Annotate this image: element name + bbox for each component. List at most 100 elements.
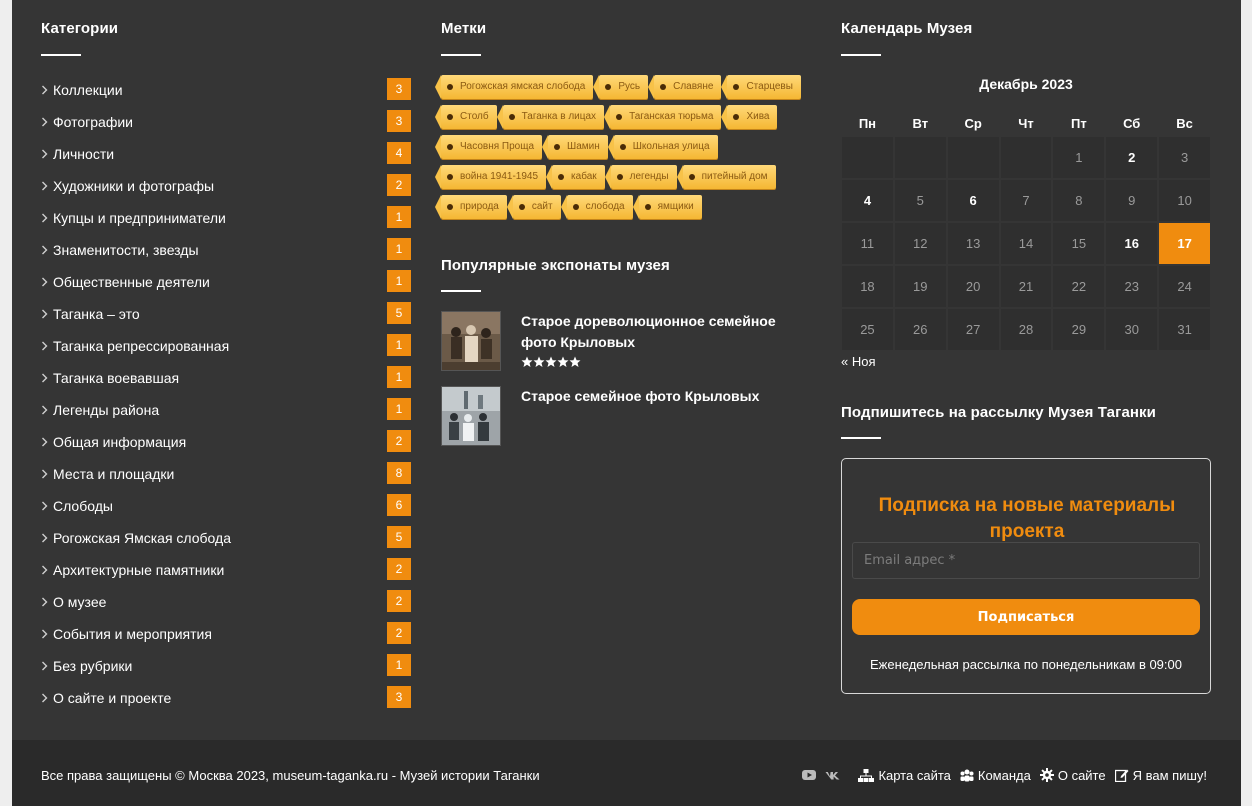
category-label[interactable]: Знаменитости, звезды xyxy=(53,238,199,262)
category-label[interactable]: Художники и фотографы xyxy=(53,174,214,198)
popular-item-title[interactable]: Старое дореволюционное семейное фото Кры… xyxy=(521,311,811,353)
tag-link[interactable]: Таганка в лицах xyxy=(496,105,605,129)
category-item[interactable]: Слободы 6 xyxy=(41,490,411,522)
category-item[interactable]: Фотографии 3 xyxy=(41,106,411,138)
tag-link[interactable]: слобода xyxy=(560,195,633,219)
write-link[interactable]: Я вам пишу! xyxy=(1114,768,1207,783)
tag-link[interactable]: Шамин xyxy=(542,135,608,159)
about-link[interactable]: О сайте xyxy=(1039,767,1106,783)
tag-link[interactable]: Школьная улица xyxy=(607,135,718,159)
family-photo-thumbnail[interactable] xyxy=(441,311,501,371)
tag-label: слобода xyxy=(585,201,625,212)
calendar-day[interactable]: 2 xyxy=(1105,136,1159,179)
tag-cloud: Рогожская ямская слобода Русь Славяне Старц… xyxy=(434,75,811,225)
calendar-prev-month-link[interactable]: « Ноя xyxy=(841,354,876,369)
category-label[interactable]: О музее xyxy=(53,590,106,614)
tag-link[interactable]: кабак xyxy=(546,165,605,189)
about-link-label: О сайте xyxy=(1057,767,1106,783)
team-link[interactable]: Команда xyxy=(960,768,1031,783)
subscribe-button[interactable]: Подписаться xyxy=(852,599,1200,635)
calendar-weekday: Пт xyxy=(1071,116,1087,131)
footer: Все права защищены © Москва 2023, museum… xyxy=(12,740,1241,806)
tag-link[interactable]: легенды xyxy=(604,165,677,189)
popular-item[interactable]: Старое семейное фото Крыловых xyxy=(441,386,811,446)
category-item[interactable]: Рогожская Ямская слобода 5 xyxy=(41,522,411,554)
tag-link[interactable]: питейный дом xyxy=(676,165,776,189)
category-item[interactable]: Знаменитости, звезды 1 xyxy=(41,234,411,266)
category-item[interactable]: Без рубрики 1 xyxy=(41,650,411,682)
category-label[interactable]: Таганка – это xyxy=(53,302,140,326)
category-item[interactable]: Места и площадки 8 xyxy=(41,458,411,490)
category-label[interactable]: О сайте и проекте xyxy=(53,686,171,710)
copyright-text: Все права защищены © Москва 2023, museum… xyxy=(41,768,540,783)
chevron-right-icon xyxy=(41,590,53,614)
calendar-day[interactable]: 17 xyxy=(1158,222,1212,265)
tag-link[interactable]: Русь xyxy=(593,75,649,99)
category-label[interactable]: Без рубрики xyxy=(53,654,132,678)
category-label[interactable]: Личности xyxy=(53,142,114,166)
tag-link[interactable]: природа xyxy=(435,195,507,219)
category-item[interactable]: Таганка воевавшая 1 xyxy=(41,362,411,394)
calendar-day: 10 xyxy=(1158,179,1212,222)
sitemap-link[interactable]: Карта сайта xyxy=(858,768,951,783)
calendar-day[interactable]: 16 xyxy=(1105,222,1159,265)
category-label[interactable]: Архитектурные памятники xyxy=(53,558,224,582)
star-icon xyxy=(533,356,545,367)
subscribe-heading: Подписка на новые материалы проекта xyxy=(878,495,1176,542)
subscribe-title: Подпишитесь на рассылку Музея Таганки xyxy=(841,404,1156,421)
category-label[interactable]: Рогожская Ямская слобода xyxy=(53,526,231,550)
category-label[interactable]: Таганка воевавшая xyxy=(53,366,179,390)
category-label[interactable]: Легенды района xyxy=(53,398,159,422)
category-item[interactable]: Таганка – это 5 xyxy=(41,298,411,330)
subscribe-note: Еженедельная рассылка по понедельникам в… xyxy=(870,657,1182,672)
category-label[interactable]: Таганка репрессированная xyxy=(53,334,229,358)
category-item[interactable]: Архитектурные памятники 2 xyxy=(41,554,411,586)
category-item[interactable]: Общая информация 2 xyxy=(41,426,411,458)
category-item[interactable]: Купцы и предприниматели 1 xyxy=(41,202,411,234)
chevron-right-icon xyxy=(41,206,53,230)
tag-link[interactable]: война 1941-1945 xyxy=(434,165,547,189)
tag-link[interactable]: Часовня Проща xyxy=(434,135,543,159)
category-item[interactable]: Коллекции 3 xyxy=(41,74,411,106)
calendar-day[interactable]: 4 xyxy=(841,179,894,222)
category-item[interactable]: Легенды района 1 xyxy=(41,394,411,426)
category-label[interactable]: Купцы и предприниматели xyxy=(53,206,226,230)
category-label[interactable]: Фотографии xyxy=(53,110,133,134)
rating-stars xyxy=(521,356,581,368)
tag-link[interactable]: Славяне xyxy=(648,75,722,99)
tag-link[interactable]: Рогожская ямская слобода xyxy=(434,75,594,99)
tag-label: природа xyxy=(460,201,499,212)
category-item[interactable]: События и мероприятия 2 xyxy=(41,618,411,650)
category-item[interactable]: Таганка репрессированная 1 xyxy=(41,330,411,362)
tag-link[interactable]: сайт xyxy=(506,195,561,219)
category-label[interactable]: Общая информация xyxy=(53,430,186,454)
tag-link[interactable]: Старцевы xyxy=(721,75,801,99)
category-label[interactable]: Места и площадки xyxy=(53,462,174,486)
tag-label: Старцевы xyxy=(746,81,793,92)
email-field[interactable] xyxy=(852,542,1200,579)
tag-link[interactable]: ямщики xyxy=(632,195,702,219)
category-item[interactable]: Художники и фотографы 2 xyxy=(41,170,411,202)
tag-label: Таганская тюрьма xyxy=(629,111,714,122)
category-item[interactable]: О сайте и проекте 3 xyxy=(41,682,411,714)
tag-link[interactable]: Таганская тюрьма xyxy=(604,105,722,129)
category-item[interactable]: Общественные деятели 1 xyxy=(41,266,411,298)
popular-item[interactable]: Старое дореволюционное семейное фото Кры… xyxy=(441,311,811,371)
tag-link[interactable]: Столб xyxy=(435,105,497,129)
category-item[interactable]: О музее 2 xyxy=(41,586,411,618)
youtube-icon[interactable] xyxy=(802,770,817,780)
category-label[interactable]: Общественные деятели xyxy=(53,270,210,294)
team-icon xyxy=(960,769,974,781)
calendar-day[interactable]: 6 xyxy=(946,179,1000,222)
category-label[interactable]: События и мероприятия xyxy=(53,622,212,646)
chevron-right-icon xyxy=(41,334,53,358)
tag-link[interactable]: Хива xyxy=(721,105,778,129)
calendar-day: 18 xyxy=(841,265,894,308)
family-photo-thumbnail[interactable] xyxy=(441,386,501,446)
vk-icon[interactable] xyxy=(825,771,840,780)
calendar-empty-cell xyxy=(893,136,947,179)
popular-item-title[interactable]: Старое семейное фото Крыловых xyxy=(521,386,811,407)
category-item[interactable]: Личности 4 xyxy=(41,138,411,170)
category-label[interactable]: Слободы xyxy=(53,494,113,518)
category-label[interactable]: Коллекции xyxy=(53,78,123,102)
